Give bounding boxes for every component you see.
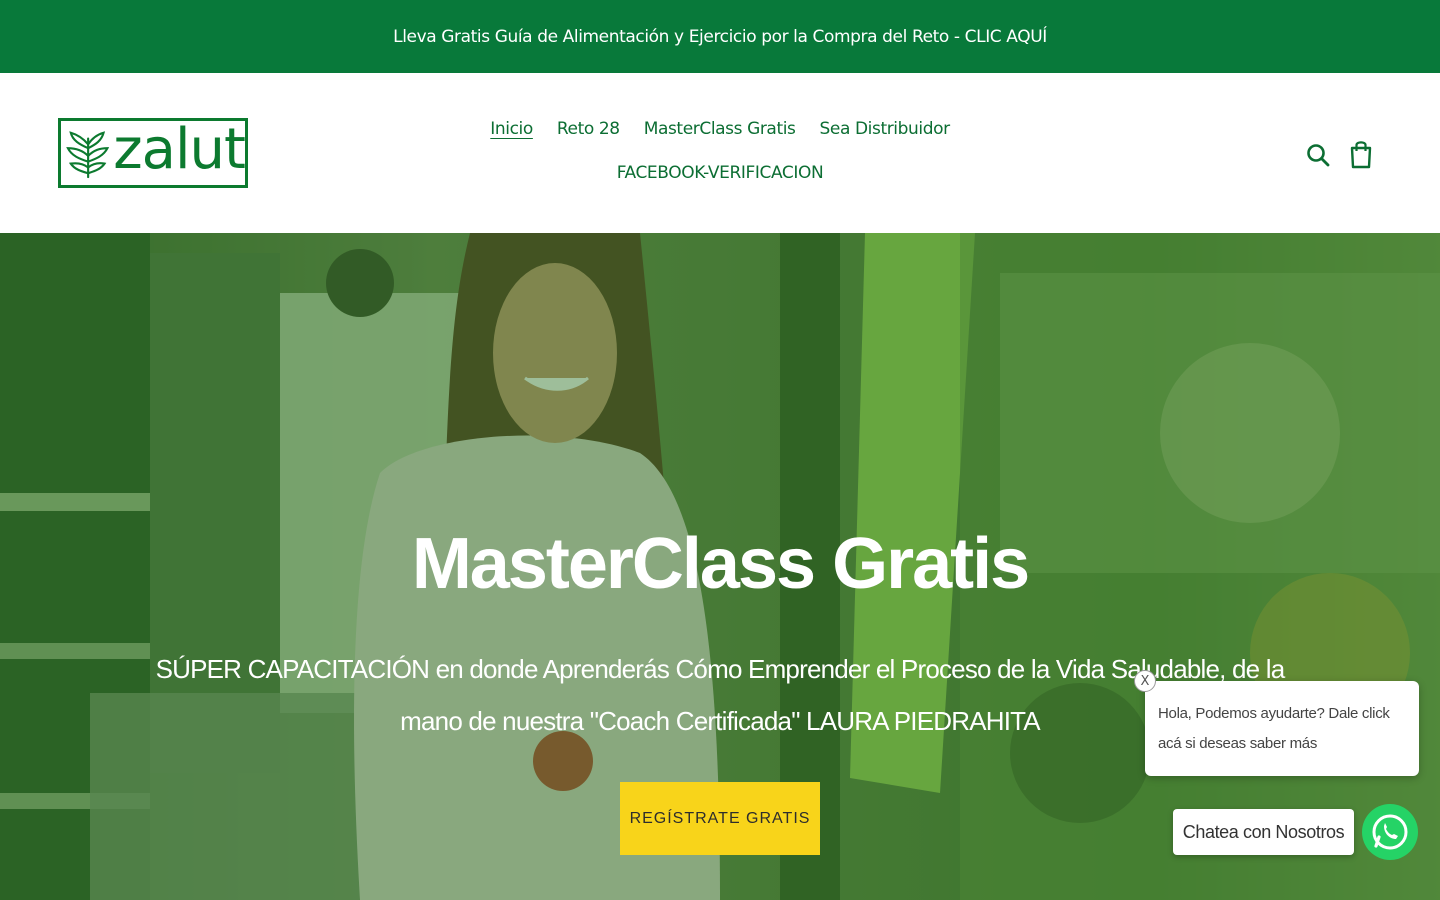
hero-title: MasterClass Gratis	[411, 524, 1030, 604]
register-button[interactable]: REGÍSTRATE GRATIS	[620, 782, 820, 855]
nav-item-inicio[interactable]: Inicio	[490, 117, 533, 141]
whatsapp-icon[interactable]	[1362, 794, 1418, 870]
chat-message-text: Hola, Podemos ayudarte? Dale click acá s…	[1158, 705, 1390, 752]
chat-message-bubble[interactable]: Hola, Podemos ayudarte? Dale click acá s…	[1145, 681, 1419, 776]
close-icon[interactable]: X	[1134, 670, 1156, 692]
hero-subtitle: SÚPER CAPACITACIÓN en donde Aprenderás C…	[155, 654, 1286, 736]
nav-item-sea-distribuidor[interactable]: Sea Distribuidor	[820, 117, 951, 141]
hero-banner: MasterClass Gratis SÚPER CAPACITACIÓN en…	[0, 233, 1440, 900]
nav-item-facebook-verificacion[interactable]: FACEBOOK-VERIFICACION	[617, 161, 824, 185]
nav-item-masterclass-gratis[interactable]: MasterClass Gratis	[644, 117, 796, 141]
logo-text: zalut	[113, 117, 246, 182]
site-header: zalut Inicio Reto 28 MasterClass Gratis …	[0, 73, 1440, 233]
announcement-bar[interactable]: Lleva Gratis Guía de Alimentación y Ejer…	[0, 0, 1440, 73]
cart-icon[interactable]	[1348, 139, 1374, 169]
chat-button[interactable]: Chatea con Nosotros	[1173, 809, 1354, 855]
nav-item-reto-28[interactable]: Reto 28	[557, 117, 620, 141]
main-nav: Inicio Reto 28 MasterClass Gratis Sea Di…	[440, 117, 1000, 185]
search-icon[interactable]	[1305, 141, 1331, 171]
logo[interactable]: zalut	[58, 118, 248, 188]
leaf-icon	[66, 131, 110, 179]
announcement-link[interactable]: Lleva Gratis Guía de Alimentación y Ejer…	[393, 27, 1047, 47]
